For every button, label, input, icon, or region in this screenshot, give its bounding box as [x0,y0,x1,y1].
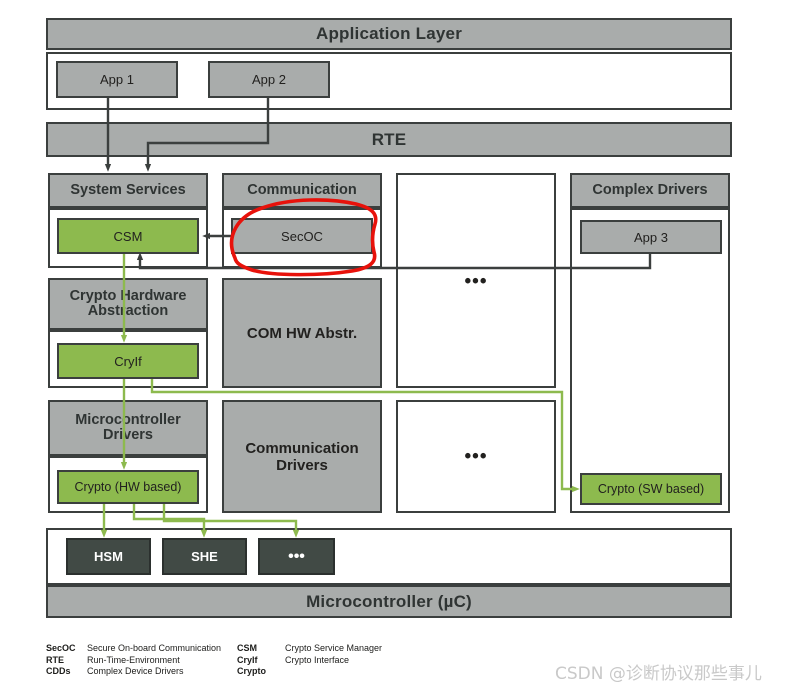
legend-row: CDDs Complex Device Drivers Crypto [46,666,382,678]
legend-text: Complex Device Drivers [87,666,184,676]
placeholder-lower-ellipsis: ••• [396,446,556,467]
legend-text: Secure On-board Communication [87,643,222,653]
rte-band: RTE [46,122,732,157]
legend-abbr: Crypto [237,666,266,676]
system-services-label: System Services [70,181,186,198]
microcontroller-band: Microcontroller (µC) [46,585,732,618]
application-layer-label: Application Layer [315,24,463,43]
microcontroller-drivers-label: Microcontroller Drivers [75,411,181,443]
crypto-hw-based-label: Crypto (HW based) [74,480,182,494]
legend-abbr: RTE [46,654,64,665]
csm-label: CSM [113,228,143,244]
crypto-hw-based-box[interactable]: Crypto (HW based) [57,470,199,504]
microcontroller-label: Microcontroller (µC) [306,591,472,611]
app-3-box[interactable]: App 3 [580,220,722,254]
secoc-box[interactable]: SecOC [231,218,373,254]
crypto-sw-based-label: Crypto (SW based) [597,482,705,496]
hsm-label: HSM [94,549,123,564]
legend-abbr: CDDs [46,666,71,676]
communication-drivers-label: Communication Drivers [245,439,359,474]
column-header-crypto-hardware-abstraction: Crypto Hardware Abstraction [48,278,208,330]
she-box[interactable]: SHE [162,538,247,575]
csm-box[interactable]: CSM [57,218,199,254]
application-layer-band: Application Layer [46,18,732,50]
cryif-box[interactable]: CryIf [57,343,199,379]
column-header-system-services: System Services [48,173,208,208]
app-1-box[interactable]: App 1 [56,61,178,98]
app-2-box[interactable]: App 2 [208,61,330,98]
rte-label: RTE [371,129,407,149]
legend-abbr: CSM [237,643,257,653]
complex-drivers-label: Complex Drivers [592,181,708,198]
hsm-box[interactable]: HSM [66,538,151,575]
legend-row: SecOC Secure On-board Communication CSM … [46,643,382,655]
cryif-label: CryIf [114,353,142,369]
communication-drivers-box: Communication Drivers [222,400,382,513]
legend-text: Crypto Interface [285,654,350,665]
ellipsis-text-lower: ••• [464,446,488,467]
secoc-label: SecOC [281,228,323,244]
com-hw-abstraction-box: COM HW Abstr. [222,278,382,388]
column-header-communication: Communication [222,173,382,208]
placeholder-upper-ellipsis: ••• [396,271,556,292]
legend-row: RTE Run-Time-Environment CryIf Crypto In… [46,655,382,667]
legend-abbr: CryIf [237,654,258,665]
app-1-label: App 1 [100,72,134,87]
legend-text: Run-Time-Environment [87,654,180,665]
app-2-label: App 2 [252,72,286,87]
app-3-label: App 3 [634,229,668,245]
she-label: SHE [191,549,218,564]
column-header-complex-drivers: Complex Drivers [570,173,730,208]
column-header-microcontroller-drivers: Microcontroller Drivers [48,400,208,456]
autosar-crypto-stack-diagram: Application Layer App 1 App 2 RTE System… [0,0,809,690]
crypto-hardware-abstraction-label: Crypto Hardware Abstraction [69,287,187,319]
legend: SecOC Secure On-board Communication CSM … [46,643,382,678]
crypto-sw-based-box[interactable]: Crypto (SW based) [580,473,722,505]
hardware-module-ellipsis-label: ••• [288,547,305,565]
communication-label: Communication [247,181,357,198]
legend-abbr: SecOC [46,643,76,653]
com-hw-abstraction-label: COM HW Abstr. [246,324,358,342]
ellipsis-text: ••• [464,271,488,292]
legend-text: Crypto Service Manager [285,643,383,653]
csdn-watermark: CSDN @诊断协议那些事儿 [555,664,762,684]
hardware-module-ellipsis-box[interactable]: ••• [258,538,335,575]
